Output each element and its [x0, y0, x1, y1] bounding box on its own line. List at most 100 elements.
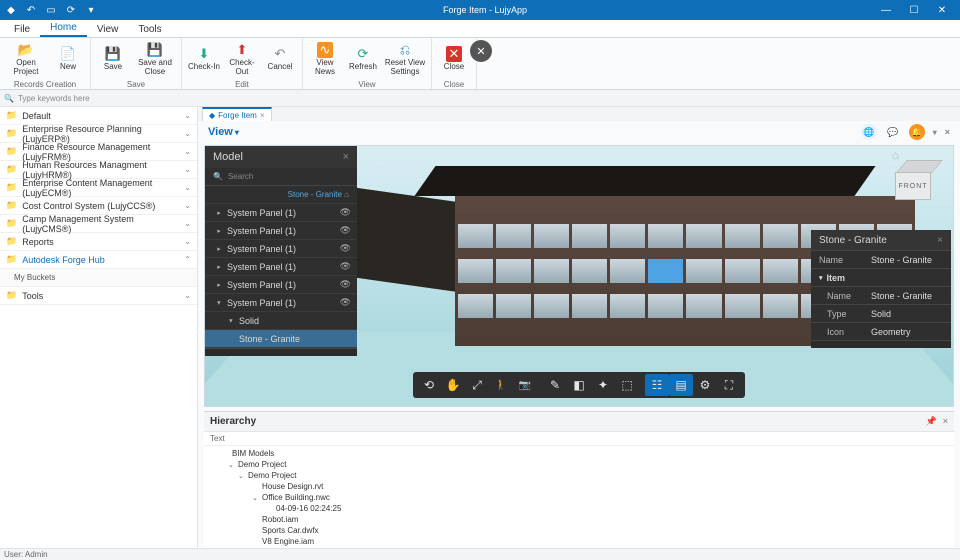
view-news-button[interactable]: ∿ View News	[307, 40, 343, 78]
menu-home[interactable]: Home	[40, 20, 87, 37]
hierarchy-pin-icon[interactable]: 📌	[926, 416, 937, 427]
fullscreen-icon[interactable]: ⛶	[717, 374, 741, 396]
menu-tools[interactable]: Tools	[128, 22, 171, 37]
panel-resize-handle[interactable]	[205, 348, 357, 356]
tree-node[interactable]: House Design.rvt	[262, 482, 323, 491]
open-project-button[interactable]: 📂 Open Project	[4, 40, 48, 78]
overlay-close-button[interactable]: ✕	[470, 40, 492, 62]
doc-tab-forge-item[interactable]: ◆ Forge Item ×	[202, 107, 272, 121]
model-panel-search[interactable]: 🔍 Search	[205, 168, 357, 186]
prop-key: Icon	[819, 327, 871, 337]
sidebar-item-reports[interactable]: 📁Reports⌄	[0, 233, 197, 251]
reset-view-button[interactable]: ⎌ Reset View Settings	[383, 40, 427, 78]
tree-node[interactable]: Robot.iam	[262, 515, 298, 524]
close-window-button[interactable]: ✕	[928, 0, 956, 20]
check-in-button[interactable]: ⬇ Check-In	[186, 40, 222, 78]
ribbon-group-close-label: Close	[432, 80, 476, 89]
pan-tool-icon[interactable]: ✋	[441, 374, 465, 396]
tree-node[interactable]: Demo Project	[238, 460, 286, 469]
explode-tool-icon[interactable]: ✦	[591, 374, 615, 396]
properties-close-icon[interactable]: ×	[937, 235, 943, 246]
properties-icon[interactable]: ▤	[669, 374, 693, 396]
globe-icon[interactable]: 🌐	[861, 124, 877, 140]
first-person-icon[interactable]: 🚶	[489, 374, 513, 396]
new-button[interactable]: 📄 New	[50, 40, 86, 78]
eye-icon[interactable]: 👁	[340, 261, 351, 272]
viewhdr-menu-icon[interactable]: ▾	[933, 128, 937, 137]
tree-node[interactable]: BIM Models	[232, 449, 274, 458]
model-box-icon[interactable]: ⬚	[615, 374, 639, 396]
panel-resize-handle[interactable]	[811, 340, 951, 348]
prop-section[interactable]: ▾Item	[811, 268, 951, 286]
model-row[interactable]: ▸System Panel (1)👁	[205, 222, 357, 240]
chevron-down-icon[interactable]: ⌄	[238, 472, 246, 480]
sidebar-item-ccs[interactable]: 📁Cost Control System (LujyCCS®)⌄	[0, 197, 197, 215]
chevron-right-icon: ▸	[215, 227, 223, 235]
eye-icon[interactable]: 👁	[340, 243, 351, 254]
cancel-button[interactable]: ↶ Cancel	[262, 40, 298, 78]
sidebar-item-forge[interactable]: 📁Autodesk Forge Hub⌃	[0, 251, 197, 269]
eye-icon[interactable]: 👁	[340, 207, 351, 218]
model-panel-breadcrumb[interactable]: Stone - Granite ⌂	[205, 186, 357, 204]
menu-file[interactable]: File	[4, 22, 40, 37]
sidebar-item-frm[interactable]: 📁Finance Resource Management (LujyFRM®)⌄	[0, 143, 197, 161]
tree-node[interactable]: 04-09-16 02:24:25	[276, 504, 341, 513]
sidebar-item-erp[interactable]: 📁Enterprise Resource Planning (LujyERP®)…	[0, 125, 197, 143]
eye-icon[interactable]: 👁	[340, 225, 351, 236]
model-row[interactable]: ▸System Panel (1)👁	[205, 240, 357, 258]
menu-view[interactable]: View	[87, 22, 129, 37]
settings-icon[interactable]: ⚙	[693, 374, 717, 396]
forge-viewer[interactable]: ⌂ FRONT Model × 🔍 Search Stone - Granit	[204, 145, 954, 407]
check-out-button[interactable]: ⬆ Check-Out	[224, 40, 260, 78]
notification-icon[interactable]: 🔔	[909, 124, 925, 140]
save-close-button[interactable]: 💾 Save and Close	[133, 40, 177, 78]
eye-icon[interactable]: 👁	[340, 297, 351, 308]
minimize-button[interactable]: —	[872, 0, 900, 20]
chat-icon[interactable]: 💬	[885, 124, 901, 140]
sidebar-item-tools[interactable]: 📁Tools⌄	[0, 287, 197, 305]
chevron-down-icon[interactable]: ⌄	[252, 494, 260, 502]
eye-icon[interactable]: 👁	[340, 279, 351, 290]
qa-save-icon[interactable]: ▭	[44, 3, 58, 17]
save-button[interactable]: 💾 Save	[95, 40, 131, 78]
qa-more-icon[interactable]: ▾	[84, 3, 98, 17]
maximize-button[interactable]: ☐	[900, 0, 928, 20]
model-browser-icon[interactable]: ☷	[645, 374, 669, 396]
sidebar-item-cms[interactable]: 📁Camp Management System (LujyCMS®)⌄	[0, 215, 197, 233]
tree-node[interactable]: Office Building.nwc	[262, 493, 330, 502]
search-bar[interactable]: 🔍 Type keywords here	[0, 90, 960, 107]
tree-node[interactable]: V8 Engine.iam	[262, 537, 314, 546]
refresh-button[interactable]: ⟳ Refresh	[345, 40, 381, 78]
hierarchy-tree[interactable]: BIM Models ⌄Demo Project ⌄Demo Project H…	[204, 446, 954, 548]
model-panel-close-icon[interactable]: ×	[343, 151, 349, 163]
tree-node[interactable]: Demo Project	[248, 471, 296, 480]
hierarchy-close-icon[interactable]: ×	[943, 416, 948, 427]
qa-refresh-icon[interactable]: ⟳	[64, 3, 78, 17]
sidebar-item-my-buckets[interactable]: My Buckets	[0, 269, 197, 287]
model-row[interactable]: ▸System Panel (1)👁	[205, 258, 357, 276]
hierarchy-tab-text[interactable]: Text	[210, 434, 225, 443]
viewhdr-close-icon[interactable]: ×	[945, 127, 950, 137]
sidebar-item-default[interactable]: 📁Default⌄	[0, 107, 197, 125]
section-tool-icon[interactable]: ◧	[567, 374, 591, 396]
sidebar-item-hrm[interactable]: 📁Human Resources Managment (LujyHRM®)⌄	[0, 161, 197, 179]
sidebar-item-ecm[interactable]: 📁Enterprise Content Management (LujyECM®…	[0, 179, 197, 197]
model-row[interactable]: ▸System Panel (1)👁	[205, 276, 357, 294]
tree-node[interactable]: Sports Car.dwfx	[262, 526, 318, 535]
viewcube[interactable]: FRONT	[883, 154, 943, 214]
orbit-tool-icon[interactable]: ⟲	[417, 374, 441, 396]
model-row-expanded[interactable]: ▸System Panel (1)👁	[205, 294, 357, 312]
model-row-leaf-selected[interactable]: Stone - Granite	[205, 330, 357, 348]
qa-undo-icon[interactable]: ↶	[24, 3, 38, 17]
viewcube-front[interactable]: FRONT	[895, 172, 931, 200]
view-header-dropdown-icon[interactable]: ▾	[235, 128, 239, 137]
tab-close-icon[interactable]: ×	[260, 111, 265, 120]
chevron-down-icon[interactable]: ⌄	[228, 461, 236, 469]
zoom-tool-icon[interactable]: ⤢	[465, 374, 489, 396]
camera-tool-icon[interactable]: 📷	[513, 374, 537, 396]
measure-tool-icon[interactable]: ✎	[543, 374, 567, 396]
chevron-down-icon: ▾	[819, 274, 823, 282]
model-row-solid[interactable]: ▸Solid	[205, 312, 357, 330]
model-row[interactable]: ▸System Panel (1)👁	[205, 204, 357, 222]
close-button[interactable]: ✕ Close	[436, 40, 472, 78]
